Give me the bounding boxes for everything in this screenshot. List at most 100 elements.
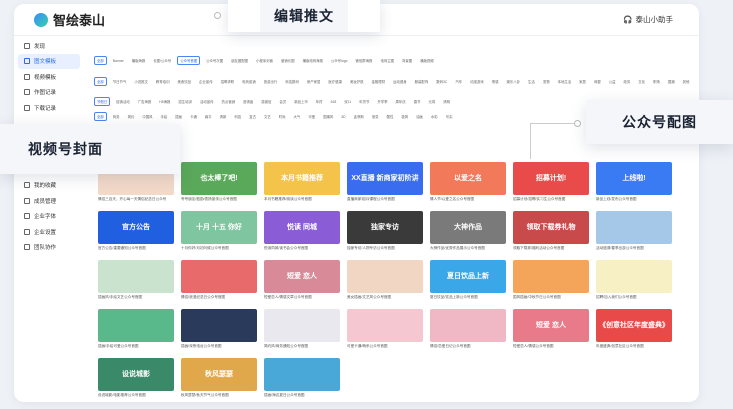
template-card[interactable]: 插画/手绘可爱公众号首图	[98, 309, 174, 349]
template-card[interactable]: 也太棒了吧! 夸夸朋友/鼓励/表扬宣传公众号首图	[181, 162, 257, 202]
template-card[interactable]: 情侣/浪漫纪念日公众号首图	[181, 260, 257, 300]
filter-chip[interactable]: 渐变	[370, 113, 381, 120]
filter-chip[interactable]: 职场	[651, 78, 662, 85]
filter-chip[interactable]: 活动宣传	[198, 98, 216, 105]
filter-chip[interactable]: 运动健身	[391, 78, 409, 85]
filter-chip[interactable]: H5海报	[157, 98, 172, 105]
filter-chip[interactable]: 全部	[94, 76, 107, 86]
filter-chip[interactable]: 复古	[247, 113, 258, 120]
filter-chip[interactable]: 电商促销	[240, 78, 258, 85]
filter-chip[interactable]: 扁平	[203, 113, 214, 120]
filter-chip[interactable]: 本地生活	[556, 78, 574, 85]
template-card[interactable]: 可爱卡通/萌系公众号首图	[347, 309, 423, 349]
filter-chip[interactable]: 孟菲斯	[352, 113, 366, 120]
filter-chip[interactable]: 房产家居	[305, 78, 323, 85]
template-card[interactable]: 插画风/手绘文艺公众号首图	[98, 260, 174, 300]
filter-chip[interactable]: 电商主图	[378, 57, 396, 64]
filter-chip[interactable]: 营销长图	[279, 57, 297, 64]
filter-chip[interactable]: 娱乐八卦	[504, 78, 522, 85]
filter-chip[interactable]: 极简	[399, 113, 410, 120]
filter-chip[interactable]: 科技数码	[283, 78, 301, 85]
filter-chip[interactable]: 会员	[277, 98, 288, 105]
filter-chip[interactable]: 中国风	[140, 113, 154, 120]
filter-chip[interactable]: 周年庆	[394, 98, 408, 105]
filter-chip[interactable]: 旅游出行	[262, 78, 280, 85]
filter-chip[interactable]: 小说推文	[132, 78, 150, 85]
sidebar-item-favorites[interactable]: 我的收藏	[18, 178, 80, 194]
template-card[interactable]: 夏日饮品上新 夏日饮品/饮品上新公众号首图	[430, 260, 506, 300]
template-card[interactable]: 官方公告 官方公告/重要通知公众号首图	[98, 211, 174, 251]
filter-chip[interactable]: 简约	[126, 113, 137, 120]
template-card[interactable]: 情侣/恋爱日记公众号首图	[430, 309, 506, 349]
filter-chip[interactable]: 全部	[94, 112, 107, 121]
filter-chip[interactable]: 插画	[173, 113, 184, 120]
filter-chip[interactable]: 文艺	[262, 113, 273, 120]
filter-chip[interactable]: 横版海报	[130, 57, 148, 64]
filter-chip[interactable]: 文化	[636, 78, 647, 85]
filter-chip[interactable]: 大气	[292, 113, 303, 120]
template-card[interactable]: 十月 十五 你好 十月你好/月初问候公众号首图	[181, 211, 257, 251]
filter-chip[interactable]: 公众号次图	[204, 57, 225, 64]
sidebar-item-members[interactable]: 成员管理	[18, 193, 80, 209]
filter-chip[interactable]: 政务	[622, 78, 633, 85]
filter-chip[interactable]: 商务	[111, 113, 122, 120]
sidebar-item-downloads[interactable]: 下载记录	[18, 100, 80, 116]
filter-chip[interactable]: 3D	[339, 114, 347, 120]
template-card[interactable]: 插画/深夜电台公众号首图	[181, 309, 257, 349]
filter-chip[interactable]: 横版视频	[418, 57, 436, 64]
filter-chip[interactable]: 手绘	[159, 113, 170, 120]
filter-chip[interactable]: 其他	[681, 78, 692, 85]
filter-chip[interactable]: 招聘求职	[219, 78, 237, 85]
filter-chip[interactable]: 汽车	[453, 78, 464, 85]
filter-chip[interactable]: 背景图	[400, 57, 414, 64]
filter-chip[interactable]: 清新	[218, 113, 229, 120]
template-card[interactable]: 本月书籍推荐 本月书籍推荐/阅读公众号首图	[264, 162, 340, 202]
filter-chip[interactable]: 国潮风	[321, 113, 335, 120]
template-card[interactable]: 简约风/商务通知公众号首图	[264, 309, 340, 349]
filter-chip[interactable]: 公众号首图	[177, 56, 201, 65]
filter-chip[interactable]: 长图/公众号	[151, 57, 173, 64]
template-card[interactable]: 独家专访 独家专访/人物专访公众号首图	[347, 211, 423, 251]
filter-chip[interactable]: 数码3C	[434, 78, 449, 85]
sidebar-item-image-templates[interactable]: 图文模板	[18, 53, 80, 69]
filter-chip[interactable]: 酸性	[385, 113, 396, 120]
sidebar-item-settings[interactable]: 企业设置	[18, 224, 80, 240]
filter-chip[interactable]: 教育培训	[154, 78, 172, 85]
filter-chip[interactable]: 公众号logo	[329, 57, 350, 64]
filter-chip[interactable]: 金融理财	[370, 78, 388, 85]
filter-chip[interactable]: 朋友圈配图	[229, 57, 250, 64]
app-logo[interactable]: 智绘泰山	[34, 10, 105, 29]
template-card[interactable]: 大神作品 大神作品/优秀作品展示公众号首图	[430, 211, 506, 251]
filter-chip[interactable]: 企业宣传	[197, 78, 215, 85]
filter-chip[interactable]: 水彩	[429, 113, 440, 120]
filter-chip[interactable]: 元宵	[426, 98, 437, 105]
template-card[interactable]: 招募计划! 招募计划/招聘/实习生公众号首图	[513, 162, 589, 202]
filter-chip[interactable]: 节假日	[94, 97, 111, 106]
filter-chip[interactable]: 节日节气	[111, 78, 129, 85]
sidebar-item-fonts[interactable]: 企业字体	[18, 209, 80, 225]
filter-chip[interactable]: 春节	[412, 98, 423, 105]
filter-chip[interactable]: 年货节	[357, 98, 371, 105]
sidebar-item-history[interactable]: 作图记录	[18, 85, 80, 101]
sidebar-item-video-templates[interactable]: 视频模板	[18, 69, 80, 85]
sidebar-item-team[interactable]: 团队协作	[18, 240, 80, 256]
filter-chip[interactable]: 写实	[444, 113, 455, 120]
template-card[interactable]: 悦读 同城 悦读同城/读书会公众号首图	[264, 211, 340, 251]
filter-chip[interactable]: 卡通	[188, 113, 199, 120]
filter-chip[interactable]: 服装配饰	[413, 78, 431, 85]
filter-chip[interactable]: 开学季	[375, 98, 389, 105]
sidebar-item-discover[interactable]: 发现	[18, 38, 80, 54]
filter-chip[interactable]: 美食饮品	[175, 78, 193, 85]
filter-chip[interactable]: 热点营销	[220, 98, 238, 105]
template-card[interactable]: 秋风瑟瑟 秋风瑟瑟/秋天节气公众号首图	[181, 358, 257, 398]
filter-chip[interactable]: 宠物	[541, 78, 552, 85]
template-card[interactable]: 领取下载券礼物 领取下载券/福利活动公众号首图	[513, 211, 589, 251]
template-card[interactable]: 短爱 恋人 短爱恋人/情感公众号首图	[513, 309, 589, 349]
filter-chip[interactable]: 美妆护肤	[348, 78, 366, 85]
filter-chip[interactable]: 邀请函	[241, 98, 255, 105]
filter-chip[interactable]: 清明	[441, 98, 452, 105]
template-card[interactable]: 短爱 恋人 短爱恋人/情感文章公众号首图	[264, 260, 340, 300]
template-card[interactable]: 国风插画/中秋节日公众号首图	[513, 260, 589, 300]
filter-chip[interactable]: 科技	[232, 113, 243, 120]
filter-chip[interactable]: 医疗健康	[326, 78, 344, 85]
